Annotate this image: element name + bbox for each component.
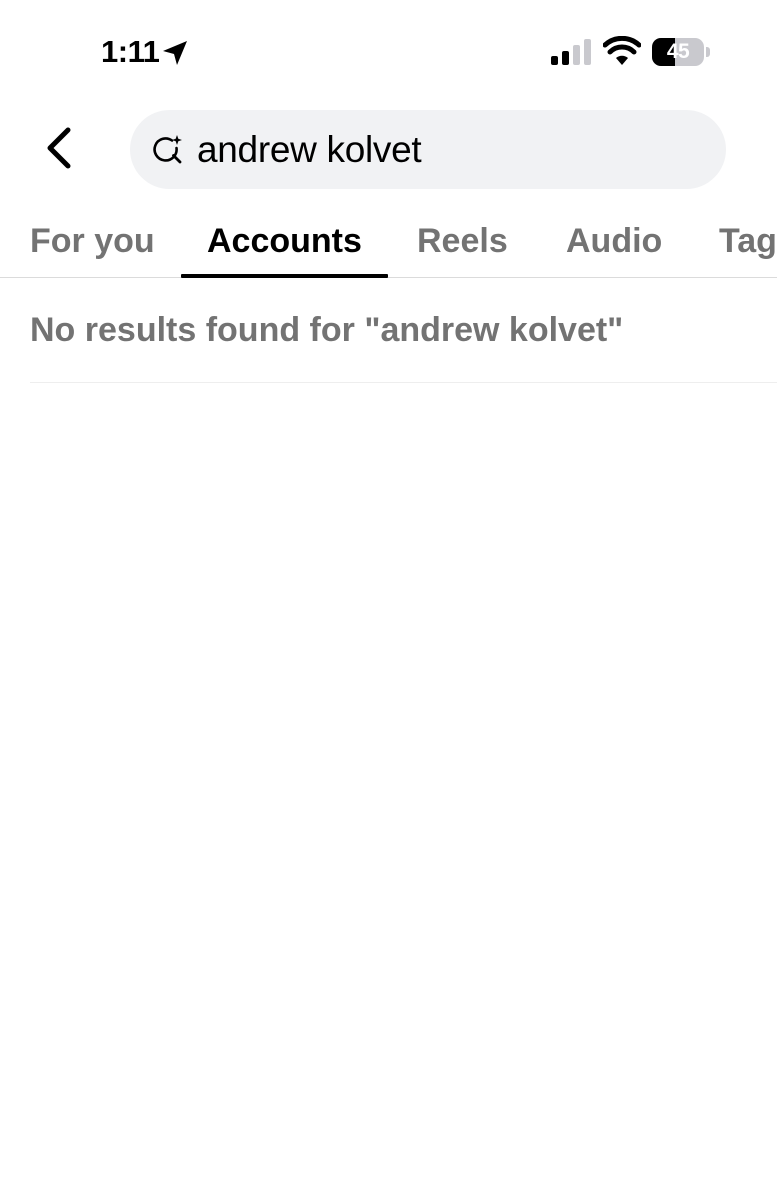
signal-bar bbox=[584, 39, 591, 65]
battery-cap bbox=[706, 47, 710, 57]
tab-reels[interactable]: Reels bbox=[417, 205, 508, 277]
location-arrow-icon bbox=[163, 41, 187, 65]
status-bar: 1:11 45 bbox=[0, 0, 777, 100]
signal-bar bbox=[573, 45, 580, 65]
signal-bar bbox=[562, 51, 569, 65]
back-button[interactable] bbox=[30, 118, 86, 178]
status-time: 1:11 bbox=[101, 34, 160, 69]
no-results-message: No results found for "andrew kolvet" bbox=[30, 311, 624, 349]
tab-for-you[interactable]: For you bbox=[30, 205, 155, 277]
signal-bar bbox=[551, 56, 558, 65]
tab-audio[interactable]: Audio bbox=[566, 205, 662, 277]
chevron-left-icon bbox=[47, 127, 71, 169]
search-query-text[interactable]: andrew kolvet bbox=[197, 110, 422, 189]
battery-body: 45 bbox=[652, 38, 704, 66]
cellular-signal-icon bbox=[551, 39, 591, 65]
search-input[interactable]: andrew kolvet bbox=[130, 110, 726, 189]
search-tabs: For you Accounts Reels Audio Tags bbox=[0, 205, 777, 278]
wifi-icon bbox=[603, 36, 641, 65]
search-sparkle-icon bbox=[153, 135, 182, 164]
tab-accounts[interactable]: Accounts bbox=[207, 205, 362, 277]
battery-level: 45 bbox=[666, 40, 690, 63]
active-tab-indicator bbox=[181, 274, 388, 278]
divider bbox=[30, 382, 777, 383]
tab-tags[interactable]: Tags bbox=[719, 205, 777, 277]
battery-icon: 45 bbox=[652, 38, 710, 66]
